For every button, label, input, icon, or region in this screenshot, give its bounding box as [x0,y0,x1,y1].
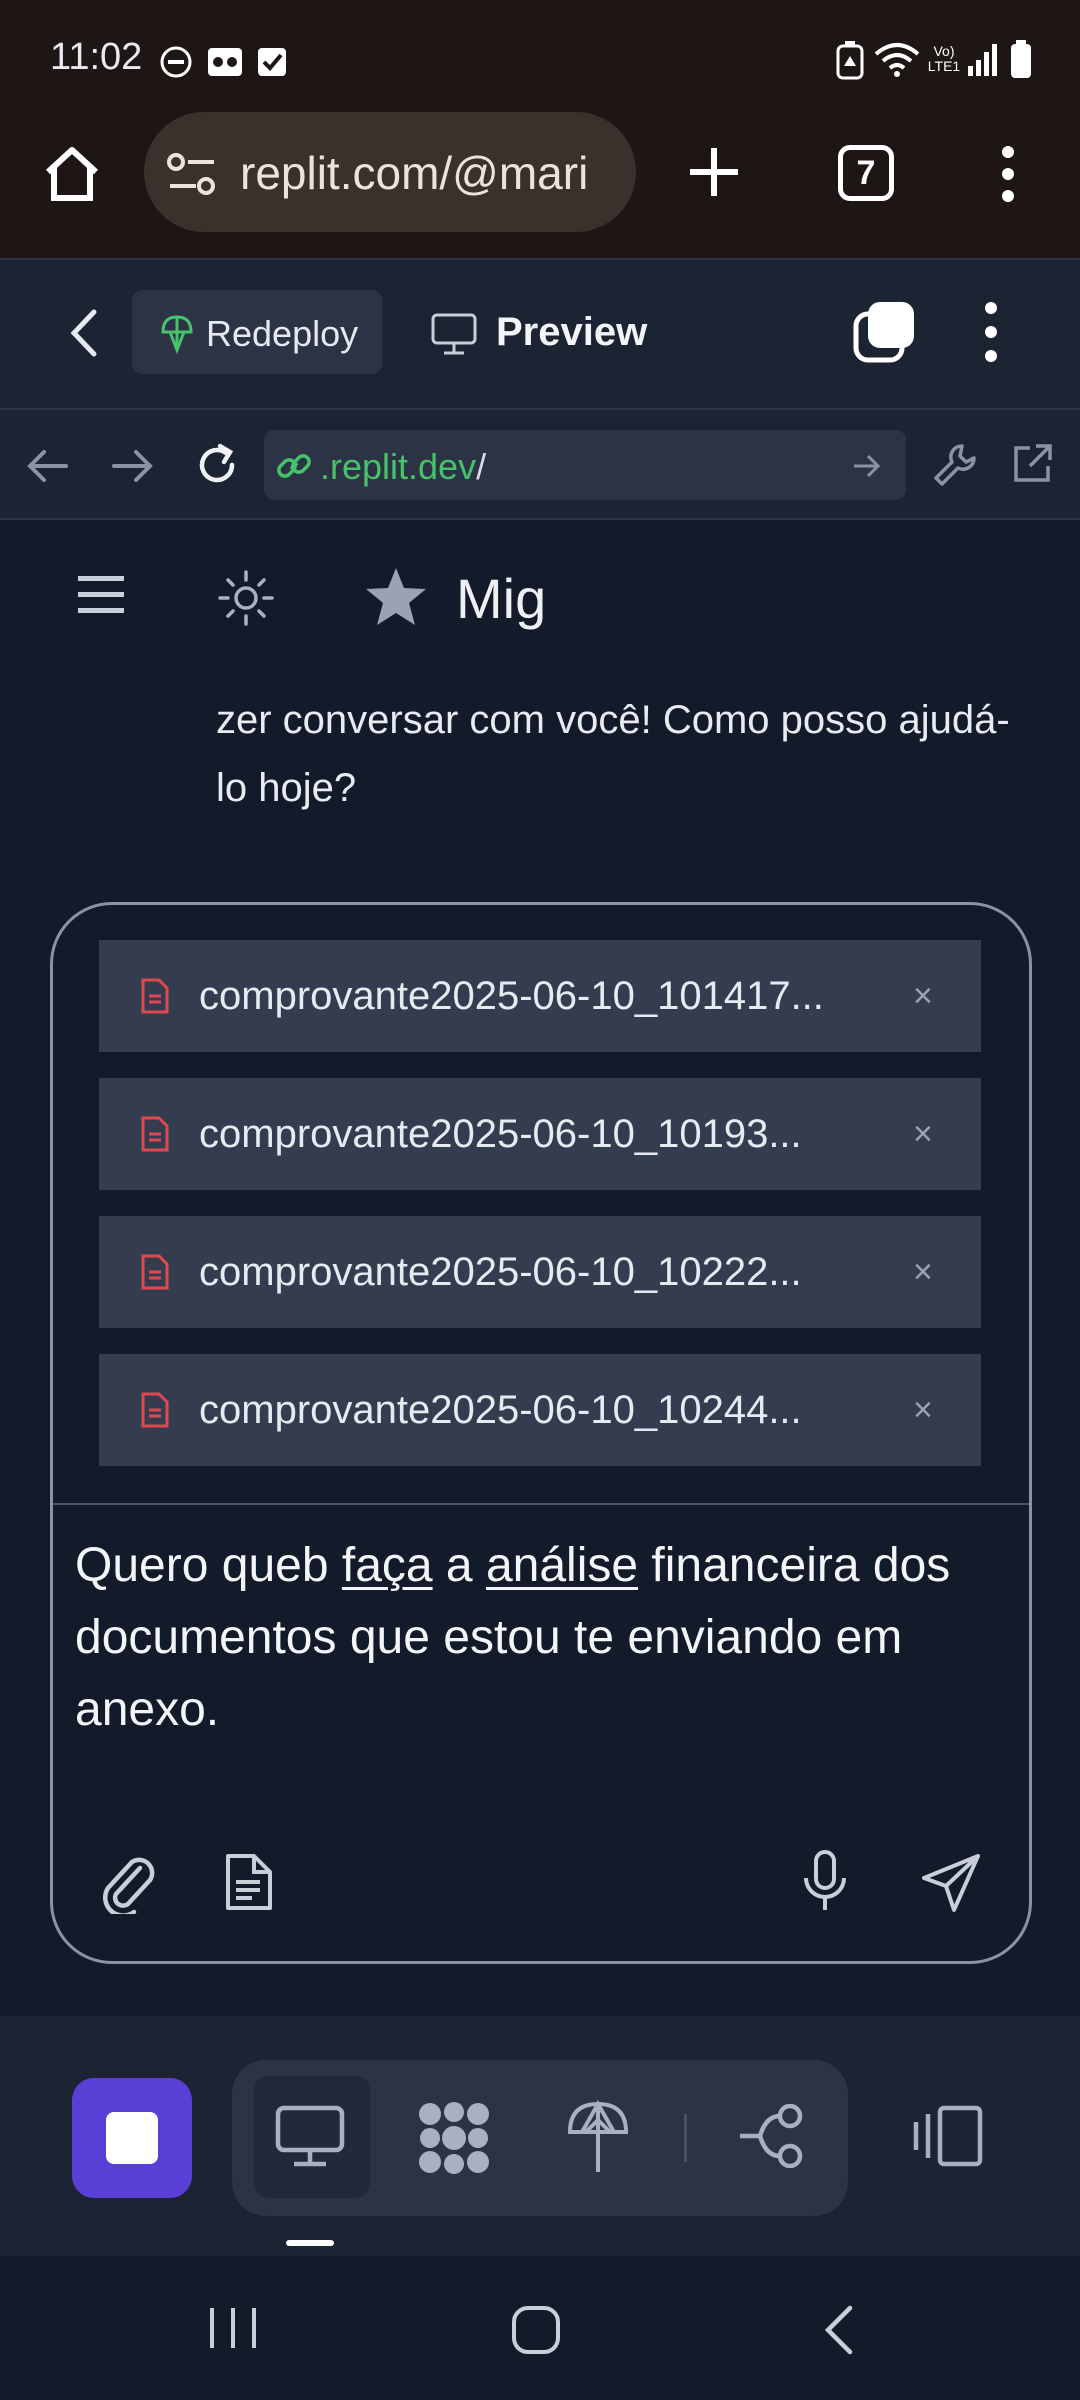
new-tab-icon[interactable] [688,146,740,198]
remove-attachment-button[interactable]: × [913,977,933,1016]
agent-tool-icon[interactable] [416,2100,492,2176]
attachment-chip: comprovante2025-06-10_10193... × [99,1078,981,1190]
status-time: 11:02 [50,36,143,78]
pdf-file-icon [141,1392,169,1428]
attachment-name: comprovante2025-06-10_10193... [199,1111,802,1156]
go-arrow-icon[interactable] [852,452,882,480]
preview-monitor-icon [431,313,477,355]
message-text-part: Quero queb [75,1539,342,1592]
remove-attachment-button[interactable]: × [913,1391,933,1430]
battery-saver-icon [836,41,864,80]
remove-attachment-button[interactable]: × [913,1253,933,1292]
composer-divider [53,1503,1029,1505]
tool-separator [684,2114,687,2162]
redeploy-label: Redeploy [206,313,359,354]
misspelled-word: faça [341,1539,433,1592]
star-icon[interactable] [364,566,428,628]
deploy-icon [161,315,193,354]
replit-menu-icon[interactable] [976,300,1006,364]
preview-tool-icon[interactable] [274,2104,346,2168]
home-icon[interactable] [40,142,104,204]
attachment-name: comprovante2025-06-10_10244... [199,1387,802,1432]
webview-forward-icon[interactable] [110,448,154,484]
microphone-icon[interactable] [802,1850,848,1914]
theme-sun-icon[interactable] [216,568,276,628]
battery-icon [1011,40,1031,78]
attachment-name: comprovante2025-06-10_101417... [199,973,824,1018]
send-icon[interactable] [920,1852,982,1914]
assistant-message: zer conversar com você! Como posso ajudá… [216,698,1010,810]
webview-back-icon[interactable] [26,448,70,484]
hamburger-menu-icon[interactable] [76,574,126,616]
system-back-icon[interactable] [822,2304,856,2356]
paperclip-icon[interactable] [98,1850,158,1914]
status-notification-icons [160,46,286,78]
browser-menu-icon[interactable] [996,144,1020,204]
pdf-file-icon [141,1116,169,1152]
attachment-chip: comprovante2025-06-10_10244... × [99,1354,981,1466]
system-home-icon[interactable] [510,2304,562,2356]
attachment-chip: comprovante2025-06-10_101417... × [99,940,981,1052]
pdf-file-icon [141,1254,169,1290]
tabs-overview-icon[interactable] [852,300,916,364]
preview-tab-label[interactable]: Preview [496,310,647,355]
webview-address-text[interactable]: .replit.dev/ [320,446,486,488]
message-input[interactable]: Quero queb faça a análise financeira dos… [75,1530,1015,1746]
signal-icon [968,44,997,76]
misspelled-word: análise [485,1539,639,1592]
active-tool-indicator [286,2240,334,2246]
back-icon[interactable] [66,308,102,358]
stop-icon [106,2112,158,2164]
attachment-chip: comprovante2025-06-10_10222... × [99,1216,981,1328]
wifi-icon [874,43,920,77]
url-text[interactable]: replit.com/@mari [240,146,620,200]
devtools-wrench-icon[interactable] [932,442,978,488]
reload-icon[interactable] [194,442,240,488]
attachment-name: comprovante2025-06-10_10222... [199,1249,802,1294]
address-path: / [476,446,487,487]
app-title: Mig [456,567,547,630]
remove-attachment-button[interactable]: × [913,1115,933,1154]
open-external-icon[interactable] [1010,442,1054,486]
address-host: .replit.dev [320,446,477,487]
link-icon [277,454,311,478]
recent-apps-icon[interactable] [206,2306,260,2350]
git-branch-tool-icon[interactable] [736,2104,808,2168]
document-icon[interactable] [224,1852,274,1912]
message-text-part: a [432,1539,486,1592]
tab-switcher-button[interactable]: 7 [838,145,894,201]
panel-toggle-icon[interactable] [910,2104,986,2168]
deployments-tool-icon[interactable] [566,2100,630,2176]
site-settings-icon[interactable] [166,152,218,198]
pdf-file-icon [141,978,169,1014]
network-type: Vo) LTE1 [927,43,961,74]
